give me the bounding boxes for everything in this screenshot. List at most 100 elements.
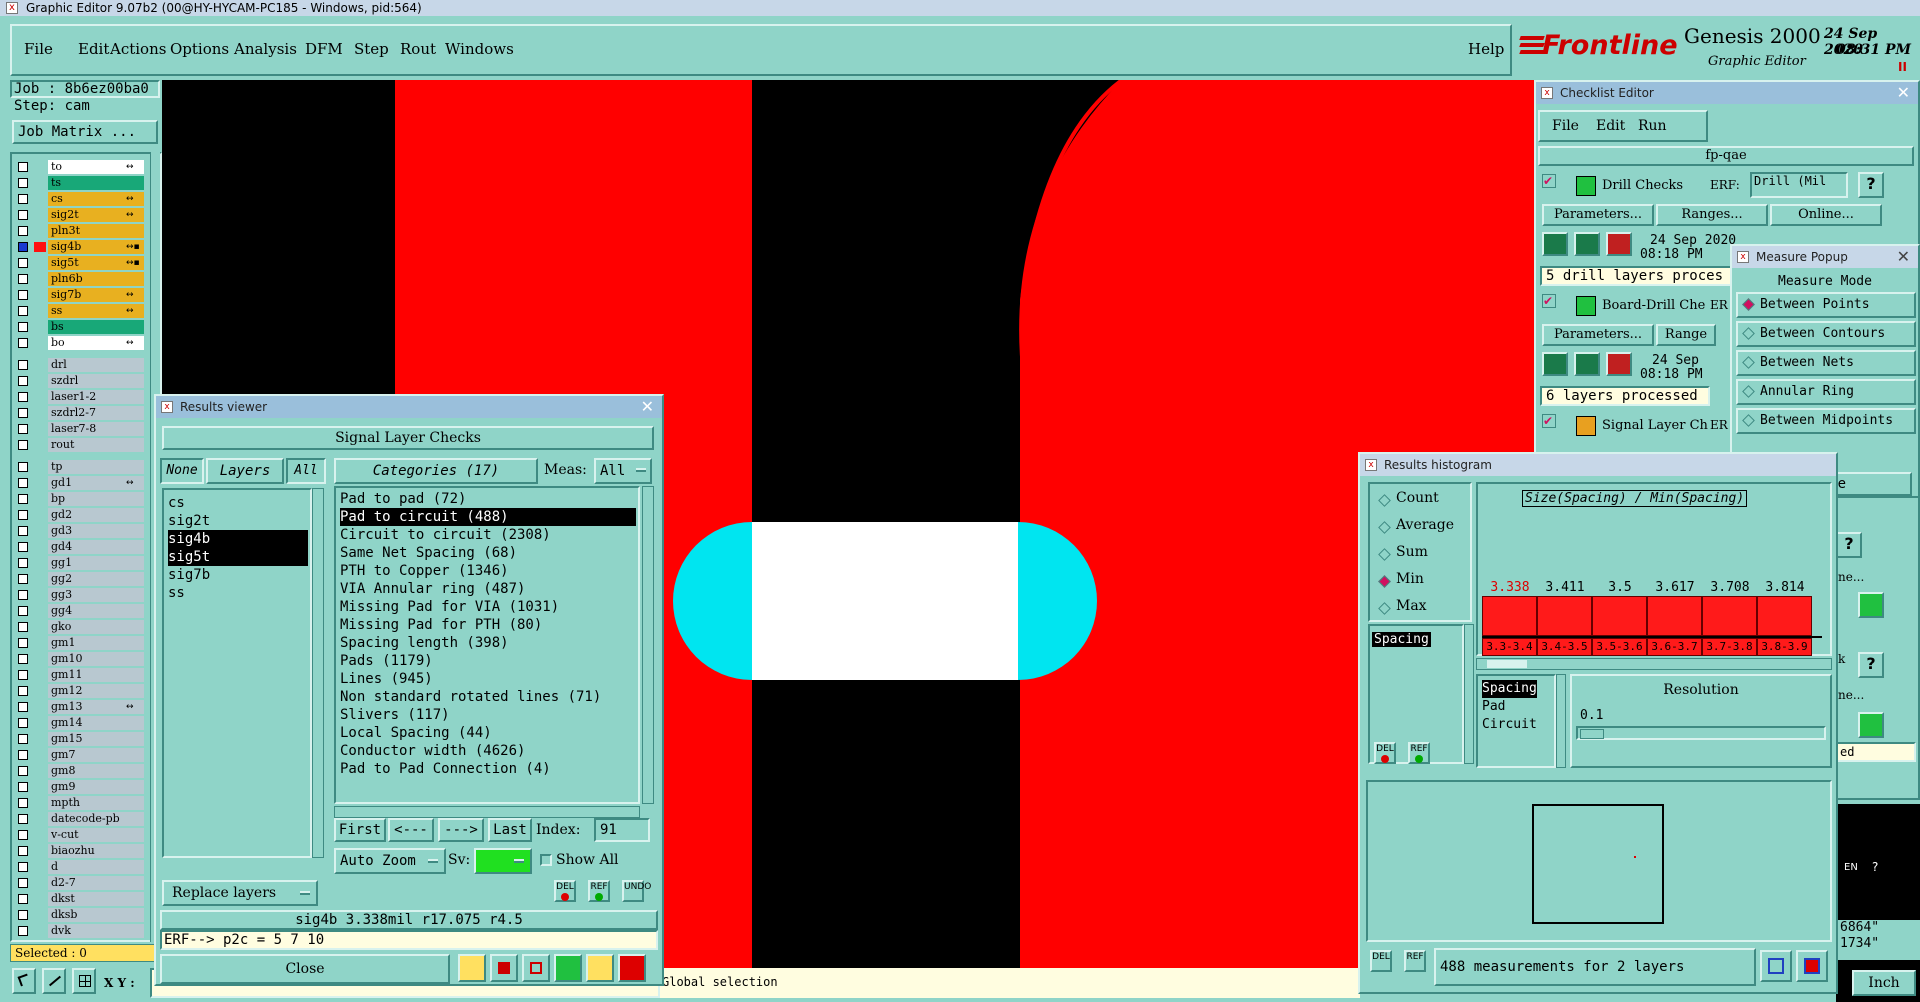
layer-row[interactable]: gm10 [14, 652, 144, 666]
layer-name[interactable]: bs [48, 320, 144, 334]
first-button[interactable]: First [334, 818, 386, 842]
layer-name[interactable]: gm12 [48, 684, 144, 698]
histogram-option-radio-icon[interactable] [1378, 548, 1391, 561]
histogram-bar[interactable] [1757, 596, 1812, 636]
histogram-fields-scrollbar[interactable] [1556, 674, 1566, 768]
layer-visibility-checkbox[interactable] [18, 638, 28, 648]
menu-dfm[interactable]: DFM [305, 40, 343, 58]
layer-name[interactable]: ts [48, 176, 144, 190]
layer-visibility-checkbox[interactable] [18, 424, 28, 434]
category-item[interactable]: VIA Annular ring (487) [340, 580, 636, 598]
menu-actions[interactable]: Actions [110, 40, 166, 58]
close-icon[interactable]: ✕ [641, 396, 654, 418]
layers-none-button[interactable]: None [160, 458, 204, 484]
measure-mode-option[interactable]: Annular Ring [1736, 379, 1916, 405]
layer-row[interactable]: gg4 [14, 604, 144, 618]
histogram-option-radio-icon[interactable] [1378, 494, 1391, 507]
category-item[interactable]: Non standard rotated lines (71) [340, 688, 636, 706]
layer-name[interactable]: drl [48, 358, 144, 372]
close-icon[interactable]: ✕ [1897, 82, 1910, 104]
histogram-bar[interactable] [1482, 596, 1537, 636]
layer-name[interactable]: gm7 [48, 748, 144, 762]
histogram-fields-list[interactable]: Spacing Pad Circuit [1476, 674, 1556, 768]
check2-parameters-button[interactable]: Parameters... [1542, 324, 1654, 346]
layer-name[interactable]: d2-7 [48, 876, 144, 890]
layer-name[interactable]: gg3 [48, 588, 144, 602]
layer-visibility-checkbox[interactable] [18, 686, 28, 696]
grid-tool-icon[interactable] [72, 968, 96, 994]
layer-row[interactable]: gg3 [14, 588, 144, 602]
layer-visibility-checkbox[interactable] [18, 542, 28, 552]
layer-row[interactable]: gd2 [14, 508, 144, 522]
layer-name[interactable]: gko [48, 620, 144, 634]
layer-name[interactable]: gd3 [48, 524, 144, 538]
layer-row[interactable]: mpth [14, 796, 144, 810]
category-item[interactable]: Circuit to circuit (2308) [340, 526, 636, 544]
layer-visibility-checkbox[interactable] [18, 590, 28, 600]
toolbar-icon-6[interactable] [618, 954, 646, 982]
layer-visibility-checkbox[interactable] [18, 574, 28, 584]
histogram-bar[interactable] [1592, 596, 1647, 636]
layer-visibility-checkbox[interactable] [18, 210, 28, 220]
layer-name[interactable]: biaozhu [48, 844, 144, 858]
layer-visibility-checkbox[interactable] [18, 702, 28, 712]
meas-dropdown[interactable]: All [594, 458, 652, 484]
category-item[interactable]: Local Spacing (44) [340, 724, 636, 742]
layer-row[interactable]: gd3 [14, 524, 144, 538]
language-indicator[interactable]: EN [1844, 862, 1858, 873]
layer-name[interactable]: szdrl [48, 374, 144, 388]
histogram-list-item[interactable]: Spacing [1372, 632, 1431, 647]
layer-visibility-checkbox[interactable] [18, 862, 28, 872]
layer-row[interactable]: szdrl2-7 [14, 406, 144, 420]
category-item[interactable]: Pad to pad (72) [340, 490, 636, 508]
layer-visibility-checkbox[interactable] [18, 878, 28, 888]
layer-visibility-checkbox[interactable] [18, 338, 28, 348]
select-tool-icon[interactable] [12, 968, 36, 994]
replace-layers-dropdown[interactable]: Replace layers [162, 880, 318, 906]
layer-row[interactable]: sig5t ↔▪ [14, 256, 144, 270]
layer-visibility-checkbox[interactable] [18, 194, 28, 204]
menu-rout[interactable]: Rout [400, 40, 436, 58]
layer-name[interactable]: gg1 [48, 556, 144, 570]
help-icon-fragment-1[interactable]: ? [1836, 532, 1862, 558]
layer-row[interactable]: d2-7 [14, 876, 144, 890]
histogram-field-item[interactable]: Spacing [1482, 680, 1537, 698]
index-input[interactable]: 91 [594, 818, 650, 842]
layer-row[interactable]: dkst [14, 892, 144, 906]
toolbar-icon-5[interactable] [586, 954, 614, 982]
layer-row[interactable]: cs ↔ [14, 192, 144, 206]
layer-row[interactable]: bo ↔ [14, 336, 144, 350]
layer-row[interactable]: laser1-2 [14, 390, 144, 404]
layer-row[interactable]: ts [14, 176, 144, 190]
layer-row[interactable]: gm8 [14, 764, 144, 778]
layer-row[interactable]: dvk [14, 924, 144, 938]
category-item[interactable]: Pad to Pad Connection (4) [340, 760, 636, 778]
layers-all-button[interactable]: All [286, 458, 326, 484]
layers-button[interactable]: Layers [206, 458, 284, 484]
job-matrix-button[interactable]: Job Matrix ... [12, 120, 158, 144]
layer-name[interactable]: dksb [48, 908, 144, 922]
check1-help-icon[interactable]: ? [1858, 172, 1884, 198]
layer-visibility-checkbox[interactable] [18, 814, 28, 824]
category-scrollbar-h[interactable] [334, 806, 640, 818]
pause-indicator[interactable]: II [1898, 60, 1907, 74]
close-icon[interactable]: ✕ [1897, 246, 1910, 268]
layer-name[interactable]: gm9 [48, 780, 144, 794]
layer-list-scrollbar-v[interactable] [312, 488, 324, 858]
layer-row[interactable]: gm13 ↔ [14, 700, 144, 714]
layer-visibility-checkbox[interactable] [18, 926, 28, 936]
category-item[interactable]: Pad to circuit (488) [340, 508, 636, 526]
layer-visibility-checkbox[interactable] [18, 478, 28, 488]
layer-visibility-checkbox[interactable] [18, 910, 28, 920]
layer-visibility-checkbox[interactable] [18, 226, 28, 236]
toolbar-icon-2[interactable] [490, 954, 518, 982]
toolbar-icon-3[interactable] [522, 954, 550, 982]
toolbar-icon-4[interactable] [554, 954, 582, 982]
histogram-bar[interactable] [1702, 596, 1757, 636]
category-item[interactable]: Lines (945) [340, 670, 636, 688]
layer-visibility-checkbox[interactable] [18, 526, 28, 536]
checklist-menu-file[interactable]: File [1552, 118, 1579, 134]
layer-row[interactable]: laser7-8 [14, 422, 144, 436]
category-item[interactable]: Same Net Spacing (68) [340, 544, 636, 562]
layer-visibility-checkbox[interactable] [18, 462, 28, 472]
